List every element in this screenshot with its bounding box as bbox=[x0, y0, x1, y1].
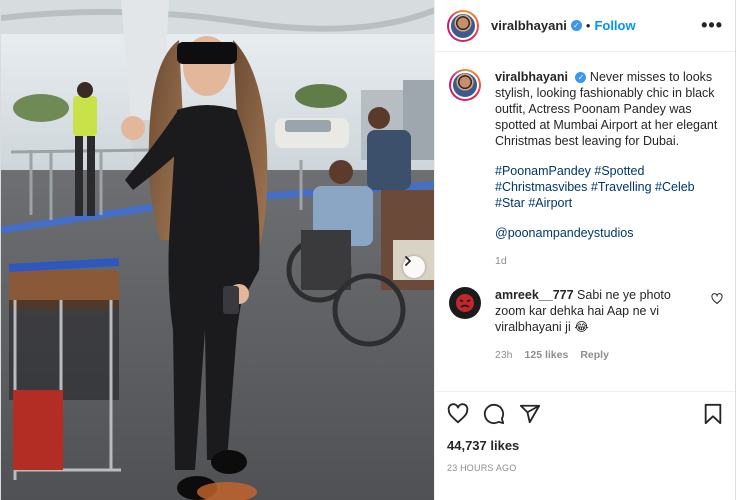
heart-icon[interactable] bbox=[447, 403, 469, 425]
comment-likes[interactable]: 125 likes bbox=[525, 347, 569, 363]
post-timestamp[interactable]: 23 HOURS AGO bbox=[447, 463, 723, 473]
reply-button[interactable]: Reply bbox=[580, 347, 609, 363]
airport-photo-illustration bbox=[1, 0, 434, 500]
post-header: viralbhayani ✓ • Follow ••• bbox=[435, 0, 735, 52]
post-photo[interactable] bbox=[0, 0, 434, 500]
laughing-emoji: 😂 bbox=[574, 320, 589, 334]
comments-section: viralbhayani ✓ Never misses to looks sty… bbox=[435, 53, 735, 391]
post-details-panel: viralbhayani ✓ • Follow ••• viralbhayani… bbox=[434, 0, 736, 500]
follow-button[interactable]: Follow bbox=[594, 18, 635, 33]
caption-age: 1d bbox=[495, 255, 507, 267]
caption-hashtags[interactable]: #PoonamPandey #Spotted #Christmasvibes #… bbox=[495, 163, 721, 211]
author-avatar[interactable] bbox=[447, 9, 479, 42]
action-icons-row bbox=[447, 392, 723, 436]
comment-body: amreek__777 Sabi ne ye photo zoom kar de… bbox=[495, 287, 703, 363]
bookmark-icon[interactable] bbox=[703, 403, 723, 425]
next-photo-button[interactable] bbox=[403, 256, 425, 278]
verified-badge-icon: ✓ bbox=[570, 20, 582, 31]
commenter-avatar[interactable] bbox=[449, 287, 481, 319]
caption-body: viralbhayani ✓ Never misses to looks sty… bbox=[495, 69, 721, 269]
heart-icon[interactable] bbox=[711, 293, 723, 305]
comment-age: 23h bbox=[495, 349, 513, 361]
angry-face-icon bbox=[456, 294, 474, 312]
comment-icon[interactable] bbox=[483, 403, 505, 425]
comment-item: amreek__777 Sabi ne ye photo zoom kar de… bbox=[449, 287, 723, 363]
share-icon[interactable] bbox=[519, 403, 541, 425]
caption-username[interactable]: viralbhayani bbox=[495, 70, 568, 84]
likes-count[interactable]: 44,737 likes bbox=[447, 438, 723, 453]
comment-meta: 23h 125 likes Reply bbox=[495, 347, 703, 363]
post-actions: 44,737 likes 23 HOURS AGO bbox=[435, 391, 735, 473]
comment-username[interactable]: amreek__777 bbox=[495, 288, 574, 302]
verified-badge-icon: ✓ bbox=[575, 72, 587, 84]
separator-dot: • bbox=[585, 18, 591, 33]
caption-avatar[interactable] bbox=[449, 69, 481, 101]
author-username[interactable]: viralbhayani bbox=[491, 18, 567, 33]
chevron-right-icon bbox=[405, 256, 411, 266]
caption-mention[interactable]: @poonampandeystudios bbox=[495, 225, 721, 241]
more-options-icon[interactable]: ••• bbox=[701, 15, 723, 36]
caption-item: viralbhayani ✓ Never misses to looks sty… bbox=[449, 69, 723, 269]
